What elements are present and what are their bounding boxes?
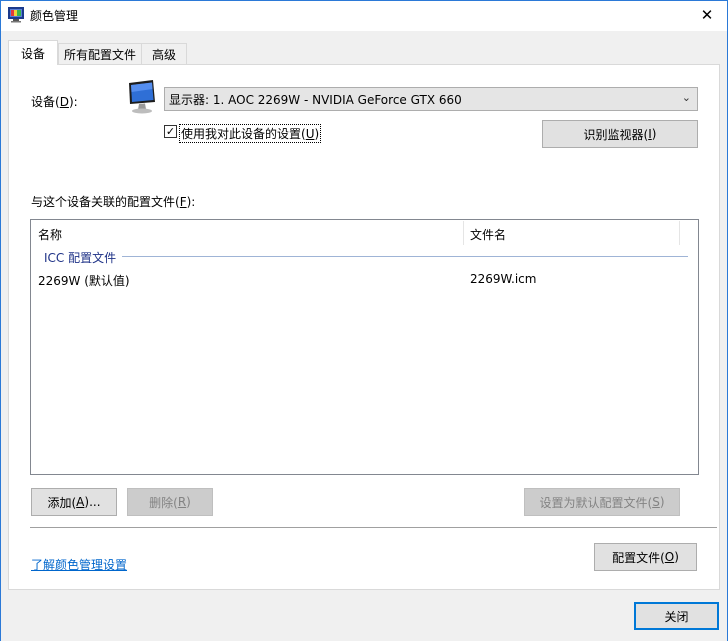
- remove-button[interactable]: 删除(R): [127, 488, 213, 516]
- close-icon: ✕: [700, 6, 714, 24]
- profile-row-filename[interactable]: 2269W.icm: [470, 272, 536, 286]
- column-separator[interactable]: [679, 221, 680, 245]
- tab-device[interactable]: 设备: [8, 40, 58, 65]
- close-window-button[interactable]: ✕: [694, 4, 720, 26]
- monitor-icon: [127, 80, 157, 114]
- color-management-icon: [8, 7, 24, 23]
- column-header-filename[interactable]: 文件名: [470, 226, 506, 243]
- learn-color-management-link[interactable]: 了解颜色管理设置: [31, 556, 127, 573]
- use-settings-checkbox[interactable]: ✓: [164, 125, 177, 138]
- profiles-button[interactable]: 配置文件(O): [594, 543, 697, 571]
- window-title: 颜色管理: [30, 9, 79, 23]
- device-dropdown-value: 显示器: 1. AOC 2269W - NVIDIA GeForce GTX 6…: [169, 92, 462, 107]
- set-default-profile-button[interactable]: 设置为默认配置文件(S): [524, 488, 680, 516]
- profile-list[interactable]: [30, 219, 699, 475]
- column-header-name[interactable]: 名称: [38, 226, 62, 243]
- identify-monitors-button[interactable]: 识别监视器(I): [542, 120, 698, 148]
- tab-advanced[interactable]: 高级: [141, 43, 187, 65]
- group-header-icc[interactable]: ICC 配置文件: [44, 249, 116, 266]
- associated-profiles-label: 与这个设备关联的配置文件(F):: [31, 195, 196, 209]
- device-label: 设备(D):: [31, 95, 78, 109]
- chevron-down-icon: ⌄: [681, 91, 691, 104]
- group-header-line: [122, 256, 688, 257]
- column-separator[interactable]: [463, 221, 464, 245]
- device-dropdown[interactable]: 显示器: 1. AOC 2269W - NVIDIA GeForce GTX 6…: [164, 87, 698, 111]
- close-button[interactable]: 关闭: [634, 602, 719, 630]
- checkmark-icon: ✓: [165, 125, 176, 138]
- use-settings-label[interactable]: 使用我对此设备的设置(U): [179, 124, 322, 143]
- add-button[interactable]: 添加(A)...: [31, 488, 117, 516]
- tab-all-profiles[interactable]: 所有配置文件: [58, 43, 142, 65]
- profile-row-name[interactable]: 2269W (默认值): [38, 272, 130, 289]
- window-border-left: [0, 31, 1, 641]
- title-bar: [0, 0, 728, 31]
- divider: [30, 527, 717, 528]
